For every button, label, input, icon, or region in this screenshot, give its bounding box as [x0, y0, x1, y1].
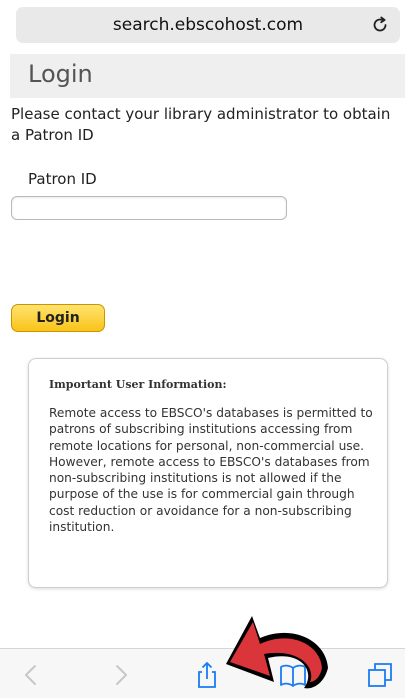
info-body: Remote access to EBSCO's databases is pe…: [49, 406, 373, 535]
patron-id-input[interactable]: [11, 196, 287, 220]
browser-address-area: search.ebscohost.com: [0, 0, 405, 52]
info-title: Important User Information:: [49, 378, 227, 391]
page: search.ebscohost.com Login Please contac…: [0, 0, 405, 698]
url-text[interactable]: search.ebscohost.com: [16, 7, 400, 43]
forward-icon[interactable]: [106, 661, 134, 689]
instruction-text: Please contact your library administrato…: [11, 105, 391, 144]
page-title: Login: [28, 60, 93, 88]
address-bar[interactable]: search.ebscohost.com: [16, 7, 400, 43]
login-header: Login: [10, 54, 405, 98]
login-button[interactable]: Login: [11, 304, 105, 332]
important-info-box: Important User Information: Remote acces…: [28, 358, 388, 588]
patron-id-label: Patron ID: [28, 170, 97, 188]
reload-icon[interactable]: [370, 15, 390, 35]
tabs-icon[interactable]: [366, 661, 394, 689]
back-icon[interactable]: [18, 661, 46, 689]
annotation-arrow-icon: [226, 616, 328, 689]
